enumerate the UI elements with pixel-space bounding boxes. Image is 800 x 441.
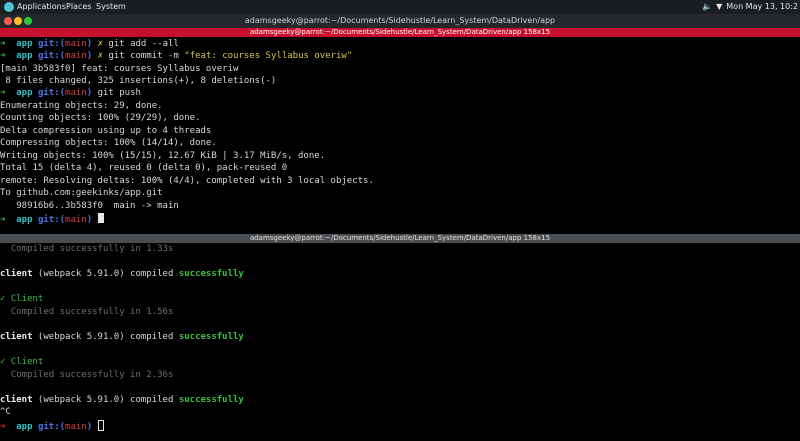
parrot-logo-icon[interactable]: [4, 2, 14, 12]
clock[interactable]: Mon May 13, 10:2: [726, 2, 798, 11]
commit-output-2: 8 files changed, 325 insertions(+), 8 de…: [0, 76, 277, 86]
close-window-icon[interactable]: [4, 17, 12, 25]
minimize-window-icon[interactable]: [14, 17, 22, 25]
top-pane-header[interactable]: adamsgeeky@parrot:~/Documents/Sidehustle…: [0, 28, 800, 37]
system-panel: Applications Places System 🔈 ▼ Mon May 1…: [0, 0, 800, 14]
interrupt-line: ^C: [0, 407, 11, 417]
terminal-cursor: [97, 213, 104, 223]
system-tray: 🔈 ▼ Mon May 13, 10:2: [702, 2, 798, 11]
compiled-line-2: Compiled successfully in 1.56s: [0, 307, 174, 317]
top-terminal-pane[interactable]: ➜ app git:(main) ✗ git add --all ➜ app g…: [0, 37, 800, 232]
push-output-line: Enumerating objects: 29, done.: [0, 101, 163, 111]
window-titlebar[interactable]: adamsgeeky@parrot:~/Documents/Sidehustle…: [0, 14, 800, 28]
client-check-1: ✓ Client: [0, 294, 44, 304]
prompt-line-add: ➜ app git:(main) ✗ git add --all: [0, 39, 179, 49]
push-output-line: Compressing objects: 100% (14/14), done.: [0, 138, 217, 148]
push-output-line: Delta compression using up to 4 threads: [0, 126, 212, 136]
wifi-icon[interactable]: ▼: [716, 2, 722, 11]
menu-system[interactable]: System: [96, 2, 126, 11]
menu-applications[interactable]: Applications: [17, 2, 66, 11]
maximize-window-icon[interactable]: [24, 17, 32, 25]
commit-output-1: [main 3b583f0] feat: courses Syllabus ov…: [0, 64, 239, 74]
terminal-cursor: [97, 420, 104, 431]
push-output-line: To github.com:geekinks/app.git: [0, 188, 163, 198]
prompt-line-push: ➜ app git:(main) git push: [0, 88, 141, 98]
prompt-line-current[interactable]: ➜ app git:(main): [0, 213, 104, 225]
window-title: adamsgeeky@parrot:~/Documents/Sidehustle…: [244, 16, 556, 25]
push-output-line: Total 15 (delta 4), reused 0 (delta 0), …: [0, 163, 288, 173]
client-check-2: ✓ Client: [0, 357, 44, 367]
webpack-line-2: client (webpack 5.91.0) compiled success…: [0, 332, 244, 342]
push-output-line: Counting objects: 100% (29/29), done.: [0, 113, 201, 123]
webpack-line-1: client (webpack 5.91.0) compiled success…: [0, 269, 244, 279]
volume-icon[interactable]: 🔈: [702, 2, 712, 11]
compiled-line-3: Compiled successfully in 2.36s: [0, 370, 174, 380]
webpack-line-3: client (webpack 5.91.0) compiled success…: [0, 395, 244, 405]
bottom-terminal-pane[interactable]: Compiled successfully in 1.33s client (w…: [0, 243, 800, 441]
push-output-line: remote: Resolving deltas: 100% (4/4), co…: [0, 176, 374, 186]
prompt-line-bottom[interactable]: ➜ app git:(main): [0, 420, 104, 432]
menu-places[interactable]: Places: [66, 2, 91, 11]
prompt-line-commit: ➜ app git:(main) ✗ git commit -m "feat: …: [0, 51, 353, 61]
compiled-line-1: Compiled successfully in 1.33s: [0, 244, 174, 254]
push-output-line: Writing objects: 100% (15/15), 12.67 KiB…: [0, 151, 326, 161]
bottom-pane-header[interactable]: adamsgeeky@parrot:~/Documents/Sidehustle…: [0, 234, 800, 243]
push-output-line: 98916b6..3b583f0 main -> main: [0, 201, 179, 211]
